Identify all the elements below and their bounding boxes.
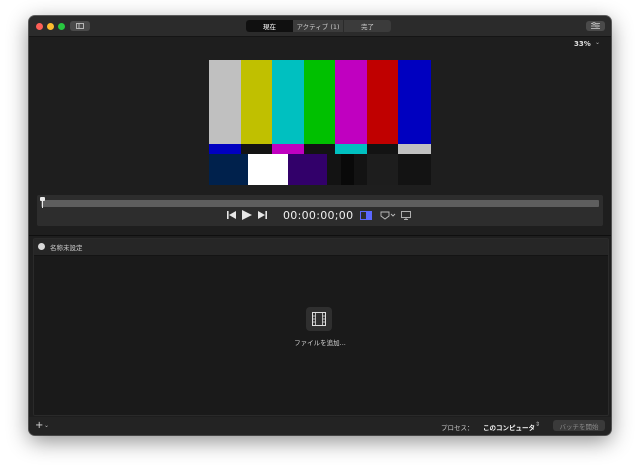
test-pattern-bar xyxy=(335,60,368,144)
batch-header: 名称未設定 xyxy=(34,239,608,256)
test-pattern-bar xyxy=(209,60,242,144)
test-pattern-bar xyxy=(340,154,355,185)
add-button[interactable]: + xyxy=(35,420,43,431)
timeline-scrubber[interactable] xyxy=(41,200,599,207)
display-options-icon[interactable] xyxy=(401,211,411,220)
go-to-start-icon[interactable] xyxy=(227,211,236,219)
tab-completed[interactable]: 完了 xyxy=(344,20,391,32)
close-window-button[interactable] xyxy=(36,23,43,30)
test-pattern-bar xyxy=(248,154,289,185)
batch-icon xyxy=(38,243,45,250)
process-selector[interactable]: このコンピュータ xyxy=(483,422,535,432)
sidebar-icon xyxy=(76,23,84,29)
test-pattern-bar xyxy=(272,144,305,154)
divider xyxy=(29,235,611,236)
batch-panel: 名称未設定 ファイルを追加... xyxy=(33,238,609,416)
zoom-level[interactable]: 33% xyxy=(574,40,591,48)
updown-chevron-icon[interactable]: ⇕ xyxy=(535,421,540,428)
play-icon[interactable] xyxy=(242,210,252,220)
test-pattern-bar xyxy=(303,60,336,144)
tab-current[interactable]: 現在 xyxy=(246,20,293,32)
chevron-down-icon[interactable]: ⌄ xyxy=(44,422,49,429)
test-pattern-bar xyxy=(353,154,368,185)
tab-active[interactable]: アクティブ (1) xyxy=(293,20,344,32)
go-to-end-icon[interactable] xyxy=(258,211,267,219)
zoom-window-button[interactable] xyxy=(58,23,65,30)
mark-in-out-icon[interactable] xyxy=(380,211,396,220)
process-label: プロセス： xyxy=(441,424,474,432)
add-file-button[interactable] xyxy=(306,307,332,331)
test-pattern-bar xyxy=(366,60,399,144)
view-tab-group: 現在 アクティブ (1) 完了 xyxy=(246,20,391,32)
chevron-down-icon[interactable]: ⌄ xyxy=(595,39,600,46)
test-pattern-bar xyxy=(398,144,431,154)
test-pattern-bar xyxy=(398,60,431,144)
test-pattern-bar xyxy=(303,144,336,154)
inspector-toggle-button[interactable] xyxy=(586,21,605,31)
title-bar: 現在 アクティブ (1) 完了 xyxy=(29,16,611,37)
sidebar-toggle-button[interactable] xyxy=(70,21,90,31)
test-pattern-bar xyxy=(240,144,273,154)
film-icon xyxy=(312,312,326,326)
timecode-display: 00:00:00;00 xyxy=(283,209,354,222)
test-pattern-bar xyxy=(398,154,431,185)
test-pattern-bar xyxy=(209,144,242,154)
test-pattern-bar xyxy=(240,60,273,144)
start-batch-button[interactable]: バッチを開始 xyxy=(553,420,605,431)
test-pattern-bar xyxy=(366,154,399,185)
test-pattern-bar xyxy=(272,60,305,144)
batch-title[interactable]: 名称未設定 xyxy=(50,242,83,252)
inspector-icon xyxy=(591,22,600,29)
test-pattern-bar xyxy=(287,154,328,185)
add-files-label: ファイルを追加... xyxy=(294,339,346,347)
footer-bar: + ⌄ プロセス： このコンピュータ ⇕ バッチを開始 xyxy=(29,417,611,435)
test-pattern-bar xyxy=(335,144,368,154)
test-pattern-bar xyxy=(366,144,399,154)
test-pattern-bar xyxy=(209,154,250,185)
playhead[interactable] xyxy=(40,197,45,208)
test-pattern-bar xyxy=(327,154,342,185)
split-view-icon[interactable] xyxy=(360,211,372,220)
video-viewer xyxy=(209,60,431,185)
minimize-window-button[interactable] xyxy=(47,23,54,30)
compressor-window: 現在 アクティブ (1) 完了 33% ⌄ 00:00:00;00 名称未設定 … xyxy=(29,16,611,435)
